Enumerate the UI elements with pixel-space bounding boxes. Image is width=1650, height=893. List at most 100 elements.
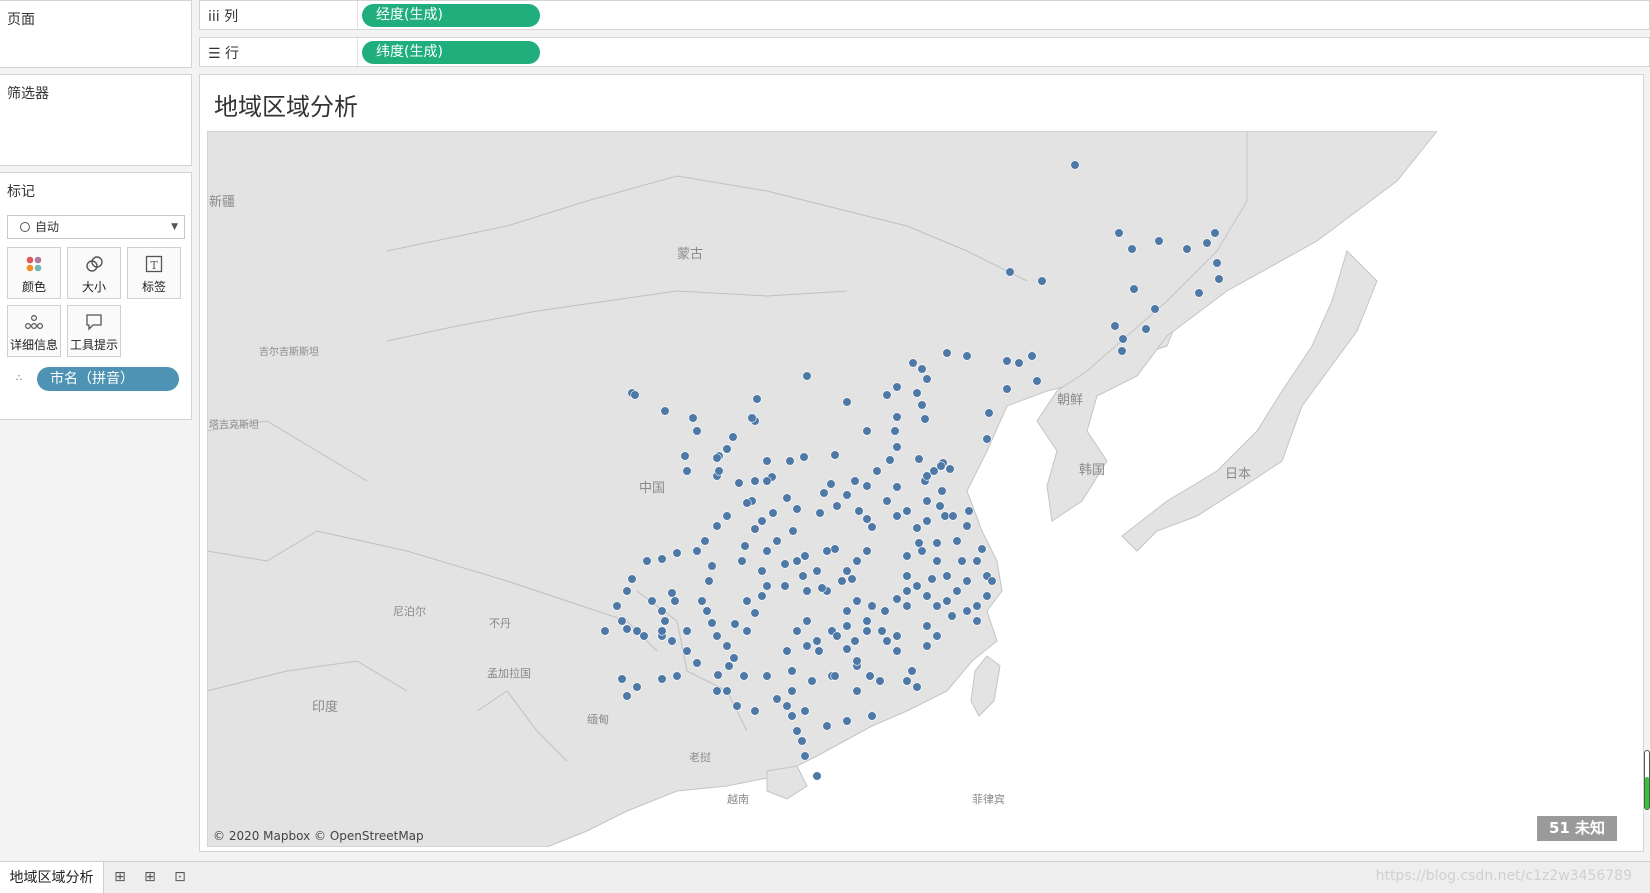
city-dot[interactable] — [815, 508, 825, 518]
city-dot[interactable] — [940, 511, 950, 521]
city-dot[interactable] — [962, 521, 972, 531]
city-dot[interactable] — [1127, 244, 1137, 254]
city-dot[interactable] — [800, 551, 810, 561]
city-dot[interactable] — [922, 471, 932, 481]
color-button[interactable]: 颜色 — [7, 247, 61, 299]
city-dot[interactable] — [797, 736, 807, 746]
city-dot[interactable] — [657, 554, 667, 564]
city-dot[interactable] — [932, 601, 942, 611]
city-dot[interactable] — [728, 432, 738, 442]
city-dot[interactable] — [792, 504, 802, 514]
city-dot[interactable] — [757, 566, 767, 576]
city-dot[interactable] — [885, 455, 895, 465]
city-dot[interactable] — [867, 601, 877, 611]
city-dot[interactable] — [917, 400, 927, 410]
city-dot[interactable] — [914, 538, 924, 548]
city-dot[interactable] — [750, 524, 760, 534]
city-dot[interactable] — [798, 571, 808, 581]
city-dot[interactable] — [1005, 267, 1015, 277]
city-dot[interactable] — [657, 674, 667, 684]
city-dot[interactable] — [1141, 324, 1151, 334]
city-dot[interactable] — [799, 452, 809, 462]
city-dot[interactable] — [1129, 284, 1139, 294]
city-dot[interactable] — [780, 581, 790, 591]
city-dot[interactable] — [937, 486, 947, 496]
city-dot[interactable] — [742, 498, 752, 508]
city-dot[interactable] — [877, 626, 887, 636]
city-dot[interactable] — [862, 616, 872, 626]
city-dot[interactable] — [945, 464, 955, 474]
city-dot[interactable] — [1037, 276, 1047, 286]
city-dot[interactable] — [632, 682, 642, 692]
city-dot[interactable] — [702, 606, 712, 616]
longitude-pill[interactable]: 经度(生成) — [362, 4, 540, 27]
city-dot[interactable] — [782, 646, 792, 656]
city-dot[interactable] — [750, 476, 760, 486]
city-dot[interactable] — [932, 538, 942, 548]
mark-type-dropdown[interactable]: 自动 ▼ — [7, 215, 185, 239]
city-dot[interactable] — [814, 646, 824, 656]
city-dot[interactable] — [722, 686, 732, 696]
city-dot[interactable] — [1202, 238, 1212, 248]
city-dot[interactable] — [880, 606, 890, 616]
city-dot[interactable] — [780, 559, 790, 569]
city-dot[interactable] — [912, 388, 922, 398]
city-dot[interactable] — [832, 631, 842, 641]
city-dot[interactable] — [750, 608, 760, 618]
city-dot[interactable] — [617, 674, 627, 684]
city-dot[interactable] — [632, 626, 642, 636]
city-dot[interactable] — [892, 412, 902, 422]
city-dot[interactable] — [902, 601, 912, 611]
city-dot[interactable] — [1118, 334, 1128, 344]
city-dot[interactable] — [787, 711, 797, 721]
city-dot[interactable] — [817, 583, 827, 593]
pages-card[interactable]: 页面 — [0, 0, 192, 68]
city-dot[interactable] — [752, 394, 762, 404]
city-dot[interactable] — [890, 426, 900, 436]
city-dot[interactable] — [787, 666, 797, 676]
city-dot[interactable] — [922, 591, 932, 601]
city-dot[interactable] — [867, 522, 877, 532]
city-dot[interactable] — [757, 516, 767, 526]
city-dot[interactable] — [922, 496, 932, 506]
city-dot[interactable] — [692, 426, 702, 436]
city-dot[interactable] — [1114, 228, 1124, 238]
city-dot[interactable] — [922, 641, 932, 651]
city-dot[interactable] — [1070, 160, 1080, 170]
city-dot[interactable] — [630, 390, 640, 400]
city-dot[interactable] — [972, 556, 982, 566]
city-dot[interactable] — [935, 501, 945, 511]
city-dot[interactable] — [917, 364, 927, 374]
city-dot[interactable] — [800, 751, 810, 761]
city-dot[interactable] — [902, 506, 912, 516]
city-dot[interactable] — [730, 619, 740, 629]
label-button[interactable]: T 标签 — [127, 247, 181, 299]
city-dot[interactable] — [722, 641, 732, 651]
city-dot[interactable] — [714, 466, 724, 476]
city-dot[interactable] — [948, 511, 958, 521]
city-dot[interactable] — [842, 644, 852, 654]
city-dot[interactable] — [657, 606, 667, 616]
map-svg[interactable] — [207, 131, 1635, 847]
city-dot[interactable] — [1002, 356, 1012, 366]
city-dot[interactable] — [822, 546, 832, 556]
city-dot[interactable] — [762, 581, 772, 591]
city-dot[interactable] — [942, 571, 952, 581]
tooltip-button[interactable]: 工具提示 — [67, 305, 121, 357]
city-dot[interactable] — [812, 771, 822, 781]
city-dot[interactable] — [852, 656, 862, 666]
city-dot[interactable] — [672, 548, 682, 558]
city-dot[interactable] — [713, 670, 723, 680]
city-dot[interactable] — [862, 481, 872, 491]
city-dot[interactable] — [962, 351, 972, 361]
city-dot[interactable] — [782, 701, 792, 711]
city-dot[interactable] — [807, 676, 817, 686]
city-dot[interactable] — [788, 526, 798, 536]
city-dot[interactable] — [977, 544, 987, 554]
city-dot[interactable] — [692, 546, 702, 556]
city-dot[interactable] — [852, 556, 862, 566]
city-dot[interactable] — [812, 566, 822, 576]
city-dot[interactable] — [762, 476, 772, 486]
city-dot[interactable] — [922, 516, 932, 526]
city-dot[interactable] — [812, 636, 822, 646]
